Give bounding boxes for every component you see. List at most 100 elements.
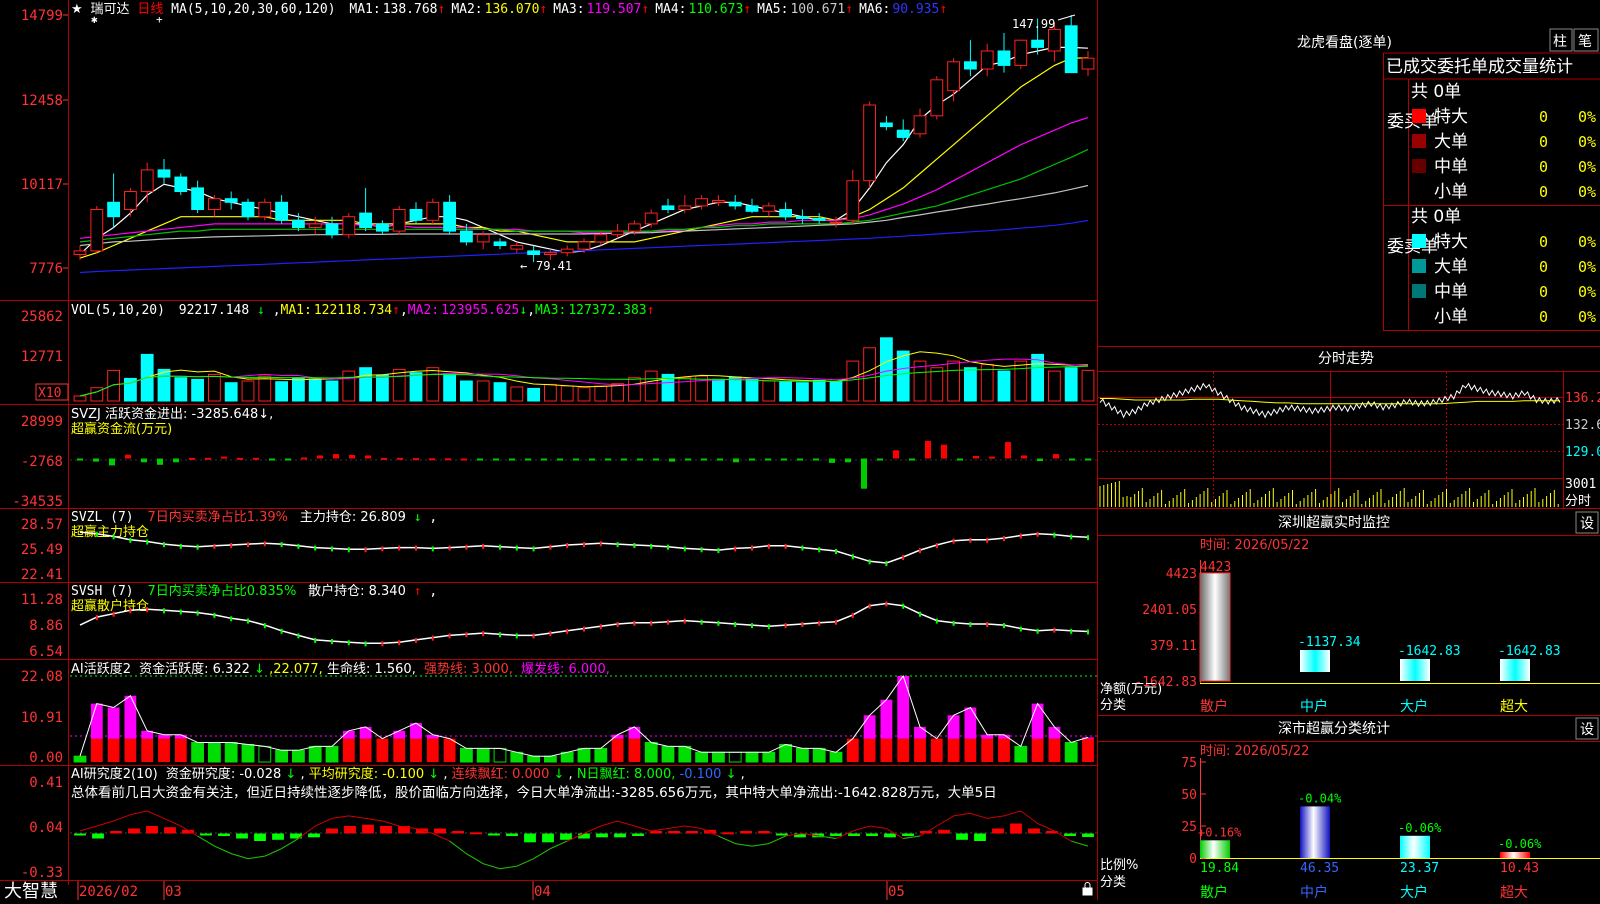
- research-bar: [92, 833, 104, 839]
- lock-icon[interactable]: [1082, 882, 1093, 896]
- candle[interactable]: [980, 43, 994, 77]
- candle[interactable]: [443, 195, 457, 235]
- research-bar: [110, 831, 122, 834]
- candle[interactable]: [124, 187, 137, 217]
- research-line-neg: [735, 843, 753, 847]
- candle[interactable]: [392, 205, 406, 235]
- candle[interactable]: [796, 209, 809, 224]
- vol-value: 92217.148: [179, 303, 249, 318]
- candle[interactable]: [896, 119, 910, 142]
- vol-bar: [73, 395, 87, 402]
- candle[interactable]: [1014, 39, 1028, 70]
- candle[interactable]: [712, 195, 725, 206]
- candle[interactable]: [930, 76, 944, 120]
- stats-settings-button[interactable]: 设: [1575, 717, 1599, 740]
- bar-mode-button[interactable]: 柱: [1549, 28, 1573, 52]
- candle[interactable]: [728, 195, 742, 210]
- candle[interactable]: [241, 198, 255, 221]
- research-bar: [758, 831, 770, 834]
- ai-research-a5: ↓: [726, 767, 737, 782]
- candle-body: [712, 200, 725, 203]
- candle[interactable]: [560, 245, 574, 257]
- candle-body: [829, 221, 843, 224]
- candle[interactable]: [913, 108, 927, 138]
- ai-active-t2: ,22.077,: [269, 662, 323, 677]
- order-row-name: 中单: [1434, 282, 1468, 302]
- vol-bar: [896, 350, 910, 402]
- vol-value-arrow: ↓: [257, 303, 265, 318]
- candle[interactable]: [510, 241, 524, 253]
- candle[interactable]: [779, 202, 793, 221]
- candle[interactable]: [409, 202, 423, 224]
- ma-arrow: ↑: [641, 2, 649, 17]
- candle[interactable]: [678, 195, 692, 214]
- fund-flow-bar: [93, 458, 99, 462]
- candle[interactable]: [157, 159, 171, 185]
- vol-bar: [812, 379, 826, 402]
- candle[interactable]: [107, 173, 120, 228]
- vol-bar: [762, 380, 776, 402]
- activity-bar: [493, 747, 507, 763]
- vol-bar: [443, 373, 457, 402]
- ma-value: 90.935: [892, 2, 939, 17]
- vol-bar: [275, 381, 289, 402]
- candle[interactable]: [275, 195, 289, 224]
- candle[interactable]: [745, 198, 759, 214]
- research-line: [79, 810, 1089, 870]
- candle[interactable]: [863, 101, 877, 188]
- svzl-line: [79, 531, 1089, 567]
- candle[interactable]: [812, 213, 826, 224]
- candle[interactable]: [661, 198, 675, 214]
- candle[interactable]: [73, 245, 87, 260]
- candle-body: [275, 201, 289, 221]
- vol-ma-name: MA2:: [408, 303, 439, 318]
- vol-bar: [728, 376, 742, 402]
- candle[interactable]: [426, 198, 440, 224]
- candle[interactable]: [140, 162, 154, 203]
- kline-candles[interactable]: [73, 15, 1095, 263]
- pen-mode-button[interactable]: 笔: [1573, 28, 1599, 52]
- candle[interactable]: [359, 187, 373, 232]
- candle[interactable]: [90, 205, 104, 253]
- activity-bar: [981, 738, 994, 762]
- candle-body: [493, 241, 507, 246]
- kline-workspace[interactable]: 14799 12458 10117 7776 ★ 瑞可达 日线 MA(5,10,…: [0, 0, 1600, 902]
- fund-flow-bar: [109, 458, 115, 466]
- monitor-time: 时间: 2026/05/22: [1200, 538, 1309, 553]
- monitor-settings-button[interactable]: 设: [1575, 511, 1599, 534]
- candle[interactable]: [1064, 15, 1078, 74]
- candle[interactable]: [191, 180, 204, 214]
- candle[interactable]: [880, 115, 893, 131]
- activity-bar-top: [359, 726, 372, 739]
- ma-name: MA2:: [451, 2, 482, 17]
- candle[interactable]: [997, 32, 1011, 73]
- vol-bar: [510, 386, 524, 402]
- candle[interactable]: [208, 195, 221, 217]
- vol-tick: 12771: [21, 349, 63, 365]
- activity-bar: [644, 742, 658, 763]
- candle[interactable]: [1081, 50, 1095, 77]
- fund-flow-bar: [221, 456, 227, 459]
- monitor-title: 深圳超赢实时监控: [1278, 514, 1390, 531]
- candle[interactable]: [644, 209, 658, 228]
- vol-bar: [376, 374, 389, 402]
- candle[interactable]: [964, 40, 977, 77]
- order-color-swatch: [1412, 234, 1426, 248]
- high-price-label: 147.99: [1012, 17, 1055, 31]
- research-bar: [1064, 833, 1076, 836]
- candle[interactable]: [342, 213, 356, 239]
- research-line-neg: [1071, 840, 1089, 847]
- candle[interactable]: [224, 191, 238, 210]
- candle[interactable]: [762, 202, 776, 217]
- candle[interactable]: [846, 169, 860, 224]
- fund-flow-bar: [1005, 442, 1011, 459]
- candle[interactable]: [258, 198, 272, 221]
- candle[interactable]: [947, 58, 961, 102]
- research-bar: [596, 833, 608, 838]
- candle[interactable]: [493, 238, 507, 250]
- candle[interactable]: [174, 173, 188, 196]
- ai-active-tick: 10.91: [21, 710, 63, 726]
- fund-flow-bar: [301, 457, 307, 460]
- candle[interactable]: [376, 220, 389, 235]
- date-axis: 大智慧 2026/02 03 04 05: [4, 881, 905, 902]
